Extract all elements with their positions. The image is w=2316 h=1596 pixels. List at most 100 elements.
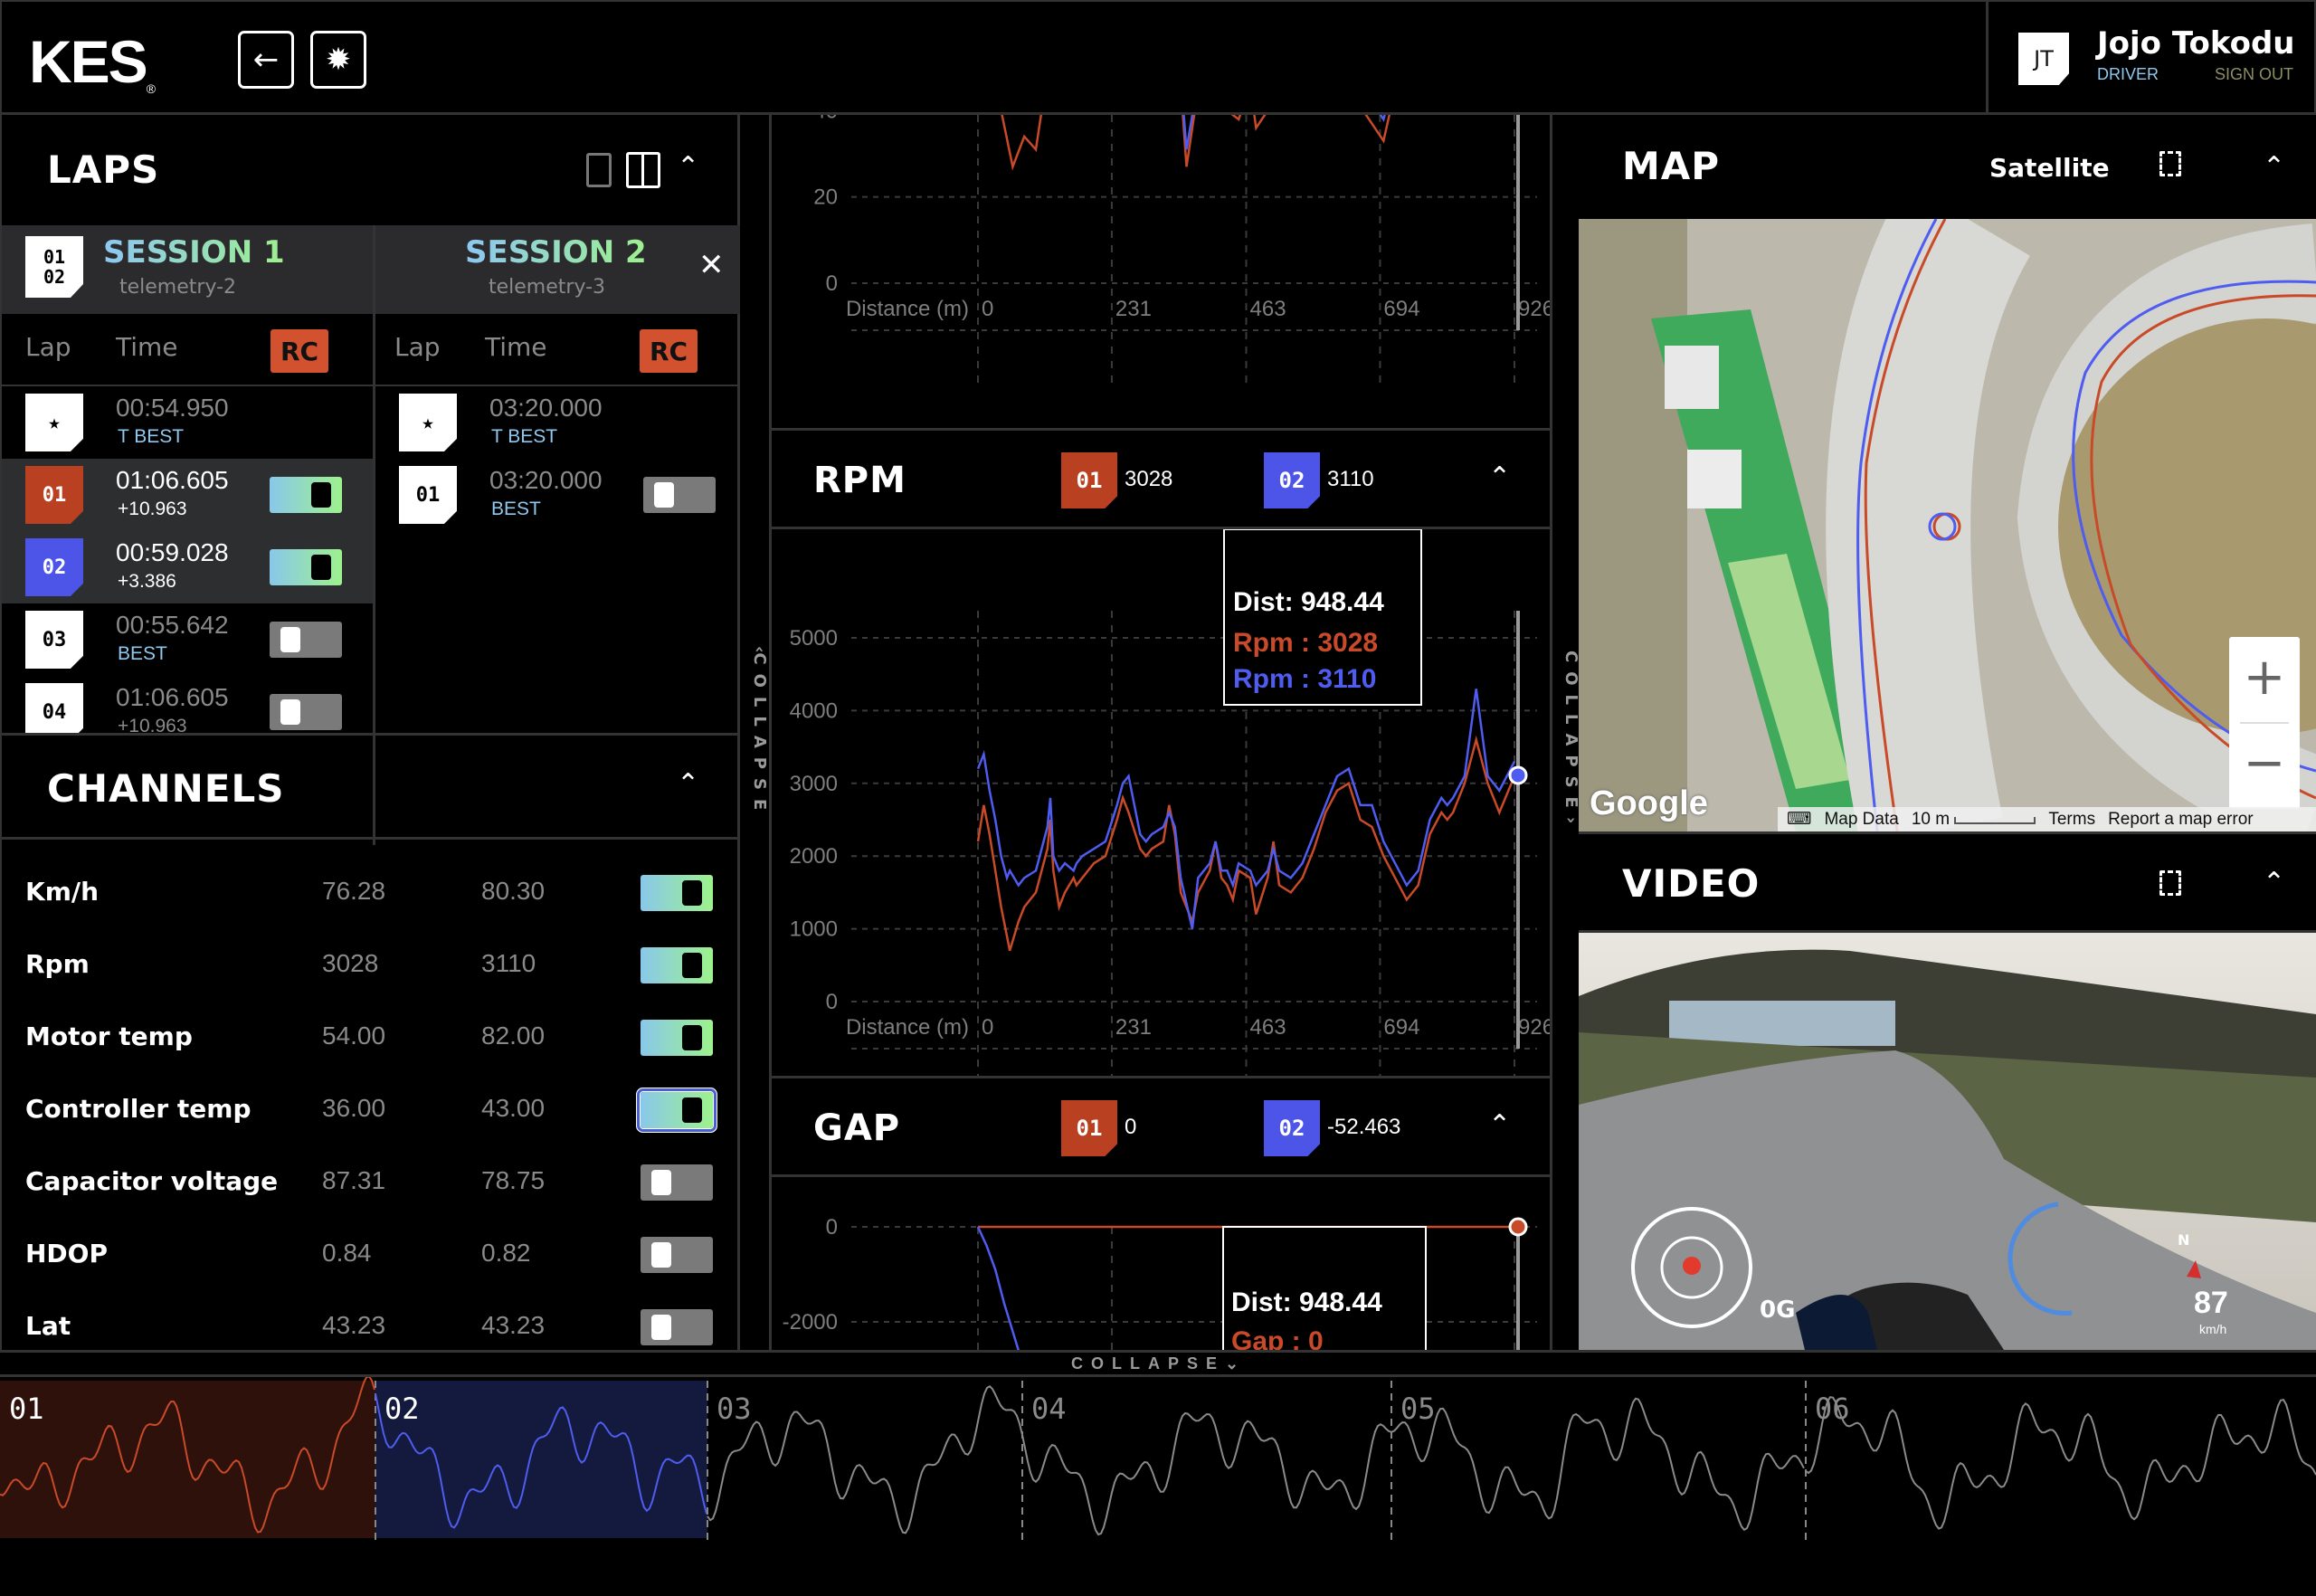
toggle-knob (682, 953, 702, 978)
channel-value-lap-01: 76.28 (322, 877, 386, 905)
bottom-collapse-bar[interactable]: COLLAPSE⌄ (0, 1350, 2316, 1377)
lap-row[interactable]: 01 01:06.605 +10.963 (2, 459, 373, 531)
lap-segment-02[interactable]: 02 (375, 1381, 707, 1540)
rc-button[interactable]: RC (271, 329, 328, 373)
channel-value-lap-02: 0.82 (481, 1239, 531, 1267)
collapse-map-chevron-up-icon[interactable]: ⌃ (2263, 151, 2285, 183)
satellite-map[interactable]: + − Google ⌨ Map Data 10 m Terms Report … (1579, 219, 2316, 831)
video-title: VIDEO (1622, 861, 1761, 906)
y-tick-label: 5000 (790, 626, 838, 651)
lap-visibility-toggle[interactable] (270, 477, 342, 513)
rpm-chart-header: RPM 01 3028 02 3110 ⌃ (772, 428, 1550, 529)
video-fullscreen-icon[interactable] (2159, 870, 2181, 896)
rc-button[interactable]: RC (640, 329, 698, 373)
lap-visibility-toggle[interactable] (643, 477, 716, 513)
top-bar: KES® ← ✹ JT Jojo Tokodu DRIVER SIGN OUT (0, 0, 2316, 115)
collapse-left-rail[interactable]: ‹COLLAPSE (742, 633, 769, 832)
lap-row[interactable]: ★ 00:54.950 T BEST (2, 386, 373, 459)
y-tick-label: 3000 (790, 772, 838, 796)
channel-visibility-toggle[interactable] (637, 1088, 717, 1132)
toggle-knob (682, 1025, 702, 1050)
avatar[interactable]: JT (2018, 33, 2069, 85)
collapse-bottom-toggle[interactable]: COLLAPSE⌄ (1071, 1354, 1247, 1373)
collapse-video-chevron-up-icon[interactable]: ⌃ (2263, 867, 2285, 898)
lap-trace (1805, 1396, 2316, 1530)
channel-visibility-toggle[interactable] (641, 1237, 713, 1273)
session-1-title[interactable]: SESSION 1 (103, 234, 285, 271)
lap-time: 00:54.950 (116, 394, 229, 422)
lap-segment-03[interactable]: 03 (707, 1381, 1023, 1540)
collapse-channels-chevron-up-icon[interactable]: ⌃ (677, 768, 699, 800)
channel-value-lap-01: 87.31 (322, 1166, 386, 1194)
lap-segment-label: 01 (9, 1392, 44, 1426)
map-fullscreen-icon[interactable] (2159, 151, 2181, 176)
toggle-knob (651, 1315, 671, 1340)
lap-row[interactable]: ★ 03:20.000 T BEST (375, 386, 740, 459)
lap-number-badge: 03 (25, 611, 83, 669)
theme-toggle-button[interactable]: ✹ (310, 31, 366, 89)
registered-mark: ® (146, 81, 156, 96)
split-view-icon[interactable] (626, 152, 660, 188)
channel-visibility-toggle[interactable] (641, 1020, 713, 1056)
lap-visibility-toggle[interactable] (270, 622, 342, 658)
collapse-right-rail[interactable]: COLLAPSE› (1553, 638, 1580, 837)
collapse-gap-chevron-up-icon[interactable]: ⌃ (1488, 1109, 1511, 1141)
lap-segment-label: 03 (717, 1392, 752, 1426)
lap-visibility-toggle[interactable] (270, 694, 342, 730)
user-name: Jojo Tokodu (2097, 25, 2295, 62)
lap-row[interactable]: 03 00:55.642 BEST (2, 603, 373, 676)
lap-segment-05[interactable]: 05 (1391, 1381, 1805, 1540)
single-view-icon[interactable] (586, 153, 612, 187)
lap-visibility-toggle[interactable] (270, 549, 342, 585)
channel-name: Rpm (25, 949, 90, 979)
map-canvas[interactable] (1579, 219, 2316, 831)
onboard-video[interactable]: 0G N 87 km/h (1579, 933, 2316, 1350)
zoom-in-button[interactable]: + (2229, 637, 2300, 723)
tooltip-distance: Dist: 948.44 (1233, 587, 1384, 617)
channel-visibility-toggle[interactable] (641, 1164, 713, 1201)
rpm-lap-02-value: 3110 (1327, 467, 1374, 491)
google-logo: Google (1590, 784, 1708, 822)
rpm-chart[interactable]: 0 1000 2000 3000 4000 5000 0 231 463 694 926 Distan… (772, 529, 1552, 1076)
lap-overview-strip[interactable]: 01 02 03 04 05 06 (0, 1377, 2316, 1596)
channel-name: Km/h (25, 877, 100, 907)
lap-row[interactable]: 01 03:20.000 BEST (375, 459, 740, 531)
sign-out-link[interactable]: SIGN OUT (2215, 65, 2293, 84)
x-tick-label: 231 (1115, 1015, 1152, 1040)
keyboard-icon[interactable]: ⌨ (1787, 809, 1811, 830)
channel-name: Capacitor voltage (25, 1166, 279, 1196)
channel-name: HDOP (25, 1239, 108, 1268)
map-data-link[interactable]: Map Data (1824, 810, 1898, 830)
collapse-rpm-chevron-up-icon[interactable]: ⌃ (1488, 461, 1511, 493)
lap-number-badge: 01 (25, 466, 83, 524)
channel-visibility-toggle[interactable] (641, 947, 713, 983)
session-2-title[interactable]: SESSION 2 (465, 234, 647, 271)
y-tick-label: 2000 (790, 844, 838, 869)
toggle-knob (280, 627, 300, 652)
lap-segment-01[interactable]: 01 (0, 1377, 375, 1538)
lap-subtext: T BEST (491, 426, 558, 447)
speed-chart[interactable]: 40 20 0 0 231 463 694 926 Distance (m) (772, 115, 1552, 428)
lap-segment-06[interactable]: 06 (1805, 1381, 2316, 1540)
lap-row[interactable]: 04 01:06.605 +10.963 (2, 676, 373, 733)
collapse-laps-chevron-up-icon[interactable]: ⌃ (677, 151, 699, 183)
map-grass-strip (1579, 219, 1687, 831)
series-02-line (976, 1226, 1020, 1350)
terms-link[interactable]: Terms (2048, 810, 2095, 830)
compass-north: N (2178, 1231, 2190, 1249)
back-button[interactable]: ← (238, 31, 294, 89)
lap-segment-04[interactable]: 04 (1021, 1381, 1392, 1540)
close-session-2-icon[interactable]: ✕ (698, 247, 725, 283)
report-map-error-link[interactable]: Report a map error (2108, 810, 2254, 830)
map-layer-select[interactable]: Satellite (1989, 153, 2110, 183)
channel-row: Controller temp 36.00 43.00 (2, 1074, 740, 1146)
col-lap: Lap (25, 332, 71, 362)
gap-chart[interactable]: 0 -2000 Dist: 948.44 Gap : 0 (772, 1177, 1552, 1350)
channel-visibility-toggle[interactable] (641, 1309, 713, 1345)
channel-visibility-toggle[interactable] (641, 875, 713, 911)
lap-row[interactable]: 02 00:59.028 +3.386 (2, 531, 373, 603)
map-scale[interactable]: 10 m (1912, 810, 2036, 830)
y-tick-label: 20 (813, 185, 838, 210)
zoom-out-button[interactable]: − (2229, 723, 2300, 809)
lap-time: 00:59.028 (116, 538, 229, 566)
